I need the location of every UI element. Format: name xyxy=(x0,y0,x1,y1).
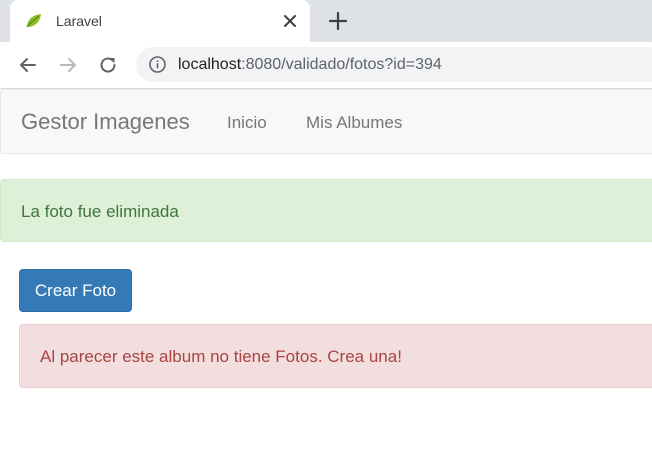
address-bar[interactable]: localhost:8080/validado/fotos?id=394 xyxy=(136,47,652,82)
nav-link-inicio[interactable]: Inicio xyxy=(227,113,267,133)
url-path: :8080/validado/fotos?id=394 xyxy=(241,56,442,73)
app-navbar: Gestor Imagenes Inicio Mis Albumes xyxy=(0,89,652,154)
empty-album-alert: Al parecer este album no tiene Fotos. Cr… xyxy=(19,324,652,388)
browser-tab[interactable]: Laravel xyxy=(10,0,310,42)
create-photo-button[interactable]: Crear Foto xyxy=(19,269,132,312)
browser-toolbar: localhost:8080/validado/fotos?id=394 xyxy=(0,42,652,89)
navbar-brand[interactable]: Gestor Imagenes xyxy=(21,109,190,135)
tab-title: Laravel xyxy=(56,13,102,29)
close-icon[interactable] xyxy=(280,11,300,31)
back-arrow-icon[interactable] xyxy=(16,53,40,77)
browser-tab-strip: Laravel xyxy=(0,0,652,42)
info-icon[interactable] xyxy=(148,55,167,74)
plus-icon[interactable] xyxy=(326,9,350,33)
laravel-leaf-icon xyxy=(24,11,44,31)
success-alert: La foto fue eliminada xyxy=(0,179,652,242)
empty-album-alert-text: Al parecer este album no tiene Fotos. Cr… xyxy=(40,347,402,366)
url-host: localhost xyxy=(178,56,242,73)
reload-icon[interactable] xyxy=(96,53,120,77)
nav-link-mis-albumes[interactable]: Mis Albumes xyxy=(306,113,402,133)
url-text: localhost:8080/validado/fotos?id=394 xyxy=(178,55,442,74)
success-alert-text: La foto fue eliminada xyxy=(21,202,179,221)
forward-arrow-icon[interactable] xyxy=(56,53,80,77)
